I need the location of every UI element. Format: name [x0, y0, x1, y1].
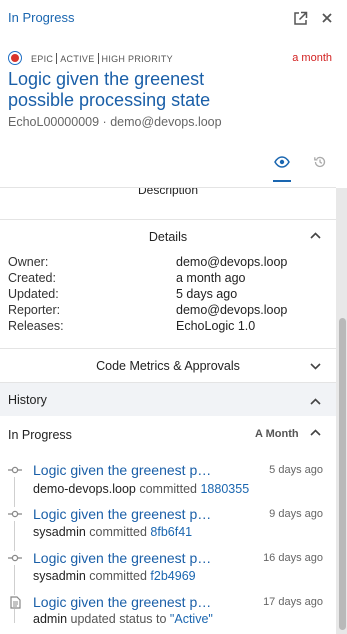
active-tab-indicator — [273, 180, 291, 182]
meta-separator: · — [102, 115, 107, 129]
chevron-down-icon[interactable] — [308, 359, 322, 373]
history-entry-title[interactable]: Logic given the greenest possible proces… — [33, 550, 219, 566]
chevron-up-icon[interactable] — [308, 228, 322, 242]
divider — [0, 187, 336, 188]
history-group-label: In Progress — [8, 428, 72, 442]
history-entry-user: admin — [33, 612, 68, 626]
commit-link[interactable]: 1880355 — [200, 482, 249, 496]
history-group-age: A Month — [255, 428, 299, 440]
tag-priority: HIGH PRIORITY — [101, 53, 173, 64]
history-entry-time: 9 days ago — [269, 508, 323, 520]
issue-age: a month — [292, 52, 332, 64]
history-entry-detail: sysadmin committed f2b4969 — [33, 569, 196, 583]
history-entry-action: committed — [89, 569, 147, 583]
section-code-metrics[interactable]: Code Metrics & Approvals — [0, 359, 336, 373]
section-details[interactable]: Details — [0, 230, 336, 244]
history-entry-user: sysadmin — [33, 525, 86, 539]
history-entry-title[interactable]: Logic given the greenest possible proces… — [33, 462, 219, 478]
detail-value-owner: demo@devops.loop — [176, 255, 288, 269]
tag-active: ACTIVE — [60, 53, 95, 64]
commit-icon — [8, 463, 22, 477]
commit-link[interactable]: 8fb6f41 — [150, 525, 192, 539]
detail-key-updated: Updated: — [8, 287, 59, 301]
history-entry-user: demo-devops.loop — [33, 482, 136, 496]
divider — [0, 219, 336, 220]
issue-owner-email: demo@devops.loop — [110, 115, 222, 129]
history-entry-title[interactable]: Logic given the greenest possible proces… — [33, 594, 219, 610]
commit-icon — [8, 551, 22, 565]
detail-key-reporter: Reporter: — [8, 303, 61, 317]
history-entry-action: updated status to — [70, 612, 167, 626]
detail-key-releases: Releases: — [8, 319, 64, 333]
status-value-link[interactable]: "Active" — [170, 612, 213, 626]
epic-type-icon — [8, 51, 22, 65]
section-description[interactable]: Description — [0, 188, 336, 197]
document-icon — [8, 595, 22, 609]
chevron-up-icon[interactable] — [308, 425, 322, 439]
open-in-new-icon[interactable] — [290, 8, 310, 28]
detail-value-releases: EchoLogic 1.0 — [176, 319, 256, 333]
history-icon[interactable] — [309, 152, 331, 172]
history-entry-detail: sysadmin committed 8fb6f41 — [33, 525, 192, 539]
issue-meta: EchoL00000009 · demo@devops.loop — [8, 115, 222, 129]
commit-icon — [8, 507, 22, 521]
history-entry-title[interactable]: Logic given the greenest possible proces… — [33, 506, 219, 522]
history-entry-action: committed — [139, 482, 197, 496]
issue-id: EchoL00000009 — [8, 115, 100, 129]
detail-key-owner: Owner: — [8, 255, 49, 269]
divider — [0, 348, 336, 349]
panel-status-title: In Progress — [8, 10, 75, 25]
eye-icon[interactable] — [271, 152, 293, 172]
scrollbar-thumb[interactable] — [339, 318, 346, 630]
history-entry-time: 17 days ago — [263, 596, 323, 608]
issue-tags: EPIC ACTIVE HIGH PRIORITY — [31, 53, 173, 64]
detail-key-created: Created: — [8, 271, 56, 285]
section-history[interactable]: History — [8, 393, 47, 407]
history-header[interactable] — [0, 383, 336, 416]
history-entry-time: 16 days ago — [263, 552, 323, 564]
history-entry-user: sysadmin — [33, 569, 86, 583]
history-entry-detail: demo-devops.loop committed 1880355 — [33, 482, 249, 496]
detail-value-created: a month ago — [176, 271, 246, 285]
detail-value-updated: 5 days ago — [176, 287, 238, 301]
detail-value-reporter: demo@devops.loop — [176, 303, 288, 317]
close-icon[interactable] — [317, 8, 337, 28]
tag-epic: EPIC — [31, 53, 54, 64]
history-entry-detail: admin updated status to "Active" — [33, 612, 213, 626]
commit-link[interactable]: f2b4969 — [150, 569, 195, 583]
issue-title[interactable]: Logic given the greenest possible proces… — [8, 69, 238, 111]
chevron-up-icon[interactable] — [308, 394, 322, 408]
history-entry-action: committed — [89, 525, 147, 539]
history-entry-time: 5 days ago — [269, 464, 323, 476]
